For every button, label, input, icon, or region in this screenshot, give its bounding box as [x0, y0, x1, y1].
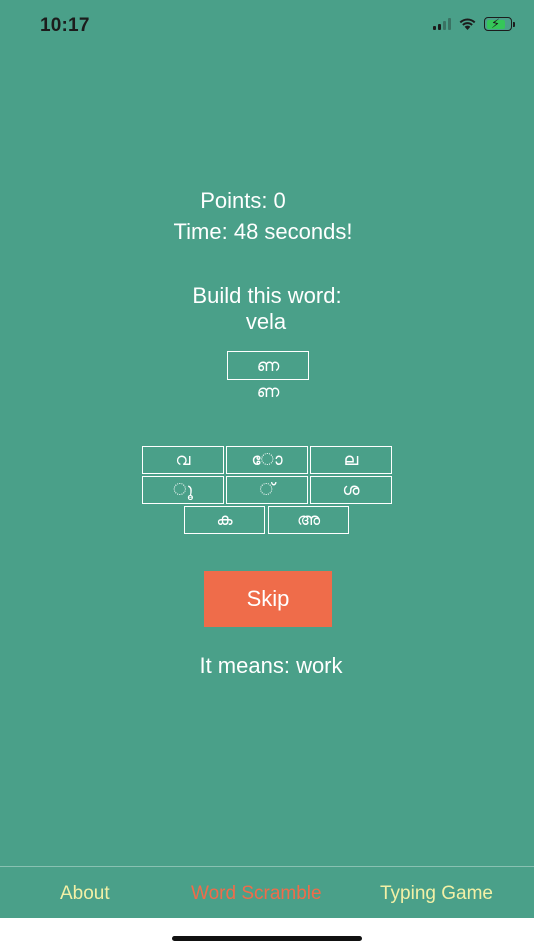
letter-tile[interactable]: ശ [310, 476, 392, 504]
home-indicator [172, 936, 362, 941]
letter-tile[interactable]: ് [226, 476, 308, 504]
letter-tile[interactable]: ല [310, 446, 392, 474]
letter-tile[interactable]: ൂ [142, 476, 224, 504]
letter-tile[interactable]: വ [142, 446, 224, 474]
answer-text: ണ [256, 382, 280, 402]
tab-typing-game[interactable]: Typing Game [380, 883, 493, 905]
cellular-signal-icon [433, 18, 451, 30]
wifi-icon [459, 18, 476, 30]
skip-button[interactable]: Skip [204, 571, 332, 627]
game-screen: 10:17 ⚡ Points: 0 Time: 48 seconds! Buil… [0, 0, 534, 918]
tab-about[interactable]: About [60, 883, 110, 905]
tab-word-scramble[interactable]: Word Scramble [191, 883, 322, 905]
status-time: 10:17 [40, 15, 90, 36]
battery-charging-icon: ⚡ [484, 16, 515, 31]
target-word: vela [245, 309, 287, 334]
status-icons: ⚡ [433, 16, 515, 31]
timer-label: Time: 48 seconds! [173, 219, 353, 244]
tab-bar: About Word Scramble Typing Game [0, 866, 534, 918]
skip-button-label: Skip [246, 586, 290, 611]
meaning-label: It means: work [199, 653, 343, 678]
answer-box-text: ണ [256, 355, 280, 376]
answer-box[interactable]: ണ [227, 351, 309, 380]
letter-tile[interactable]: ക [184, 506, 265, 534]
letter-tile[interactable]: അ [268, 506, 349, 534]
letter-tile[interactable]: ോ [226, 446, 308, 474]
points-label: Points: 0 [200, 188, 286, 213]
build-prompt: Build this word: [192, 283, 342, 308]
